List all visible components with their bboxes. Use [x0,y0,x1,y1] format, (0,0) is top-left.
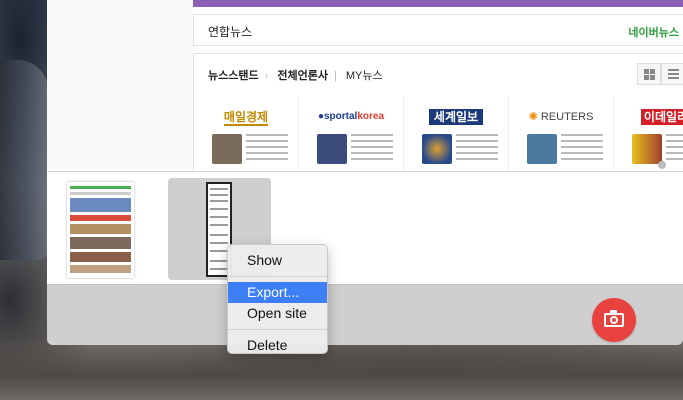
headline-lines [561,134,603,164]
tab-newsstand[interactable]: 뉴스스탠드 [208,70,259,82]
capture-button[interactable] [592,298,636,342]
news-thumbnail [422,134,452,164]
news-thumbnail [212,134,242,164]
section-title[interactable]: 연합뉴스 [208,23,252,40]
headline-lines [456,134,498,164]
menu-separator [228,276,327,277]
press-item[interactable]: 매일경제 [194,96,299,171]
page-preview: 연합뉴스 네이버뉴스 뉴스스탠드 › 전체언론사 | MY뉴스 매일경제 ●sp… [47,0,683,172]
press-item[interactable]: ●sportalkorea [299,96,404,171]
bottom-toolbar [47,284,683,345]
newsstand-panel: 뉴스스탠드 › 전체언론사 | MY뉴스 매일경제 ●sportalkorea … [193,53,683,171]
naver-news-link[interactable]: 네이버뉴스 [628,24,679,40]
press-grid: 매일경제 ●sportalkorea 세계일보 ✺ REUTERS 이데일 [194,96,683,171]
wallpaper-ground [0,340,683,400]
accent-bar [193,0,683,7]
grid-view-button[interactable] [637,63,661,85]
press-logo: ✺ REUTERS [528,111,594,123]
screenshot-thumbnail[interactable] [59,177,143,281]
menu-separator [228,329,327,330]
wallpaper-rock [0,60,48,260]
news-section-header: 연합뉴스 네이버뉴스 [193,14,683,46]
close-preview-icon[interactable] [658,161,666,169]
camera-icon [604,310,624,327]
menu-item-delete[interactable]: Delete [228,335,327,356]
view-toggle [637,63,683,85]
press-logo: 이데일리 [614,108,683,126]
thumbnail-page [67,182,134,278]
headline-lines [351,134,393,164]
reuters-icon: ✺ [528,111,538,123]
menu-item-export[interactable]: Export... [228,282,327,303]
press-item[interactable]: ✺ REUTERS [509,96,614,171]
list-view-button[interactable] [661,63,683,85]
preview-left-margin [47,0,193,171]
menu-item-show[interactable]: Show [228,250,327,271]
app-window: 연합뉴스 네이버뉴스 뉴스스탠드 › 전체언론사 | MY뉴스 매일경제 ●sp… [47,0,683,345]
press-item[interactable]: 이데일리 [614,96,683,171]
screenshot-strip [47,172,683,284]
press-logo: ●sportalkorea [317,111,385,122]
headline-lines [666,134,683,164]
news-thumbnail [527,134,557,164]
news-thumbnail [632,134,662,164]
divider: | [333,70,337,82]
press-logo: 매일경제 [223,110,269,126]
chevron-right-icon: › [264,70,269,82]
press-item[interactable]: 세계일보 [404,96,509,171]
tab-my-news[interactable]: MY뉴스 [346,70,383,82]
list-icon [667,69,679,79]
news-thumbnail [317,134,347,164]
newsstand-tabs: 뉴스스탠드 › 전체언론사 | MY뉴스 [208,67,389,83]
headline-lines [246,134,288,164]
context-menu: Show Export... Open site Delete [227,244,328,354]
menu-item-open-site[interactable]: Open site [228,303,327,324]
press-logo: 세계일보 [404,108,508,126]
grid-icon [643,68,655,80]
tab-all-press[interactable]: 전체언론사 [277,70,328,82]
